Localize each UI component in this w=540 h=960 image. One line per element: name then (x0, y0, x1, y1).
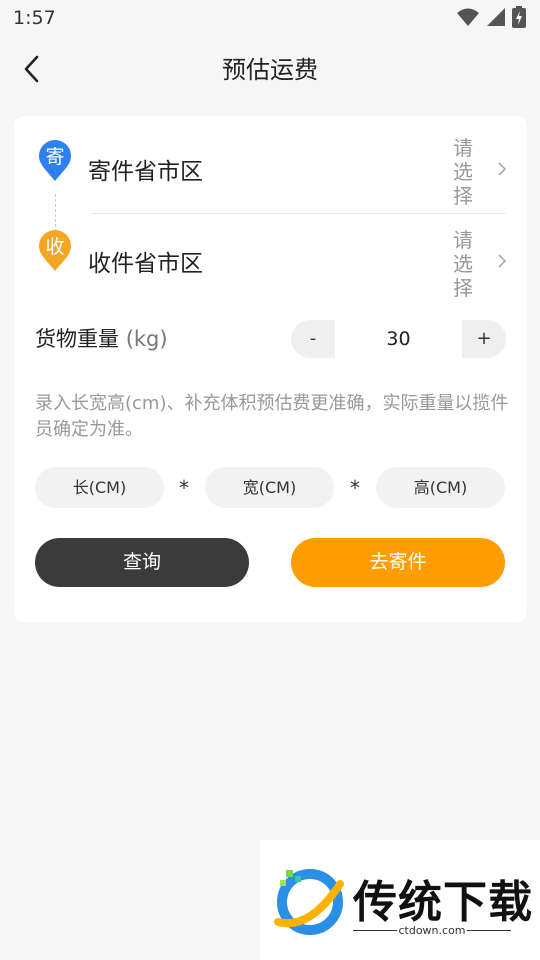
receiver-region-row[interactable]: 收 收件省市区 请选择 (14, 216, 527, 306)
increase-button[interactable]: + (462, 320, 506, 358)
weight-stepper: - + (291, 320, 506, 358)
go-send-button[interactable]: 去寄件 (291, 538, 505, 587)
estimate-card: 寄 寄件省市区 请选择 收 收件省市区 请选择 货物重量 (kg) - + 录入… (14, 116, 527, 622)
query-button[interactable]: 查询 (35, 538, 249, 587)
sender-pin-icon: 寄 (38, 140, 72, 181)
page-title: 预估运费 (222, 56, 318, 84)
decrease-button[interactable]: - (291, 320, 335, 358)
status-icons (456, 6, 526, 28)
width-input[interactable] (205, 467, 334, 508)
chevron-right-icon (498, 162, 507, 176)
status-bar: 1:57 (0, 0, 540, 36)
battery-icon (512, 6, 526, 28)
header: 预估运费 (0, 36, 540, 102)
wifi-icon (457, 8, 479, 26)
receiver-region-label: 收件省市区 (88, 251, 203, 277)
sender-region-label: 寄件省市区 (88, 159, 203, 185)
receiver-choose-text: 请选择 (453, 228, 473, 300)
watermark-brand: 传统下载 (353, 877, 533, 928)
receiver-pin-icon: 收 (38, 230, 72, 271)
multiply-sign: * (179, 476, 189, 500)
weight-input[interactable] (335, 320, 462, 358)
sender-choose-text: 请选择 (453, 136, 473, 208)
chevron-right-icon (498, 254, 507, 268)
sender-region-row[interactable]: 寄 寄件省市区 请选择 (14, 124, 527, 214)
watermark: 传统下载 ctdown.com (260, 840, 540, 960)
weight-unit: (kg) (125, 327, 168, 351)
dimension-hint: 录入长宽高(cm)、补充体积预估费更准确，实际重量以揽件员确定为准。 (35, 393, 509, 440)
divider (91, 213, 506, 214)
weight-label: 货物重量 (kg) (35, 323, 168, 353)
length-input[interactable] (35, 467, 164, 508)
watermark-rule (467, 930, 511, 931)
watermark-logo-icon (274, 869, 344, 935)
multiply-sign: * (350, 476, 360, 500)
status-time: 1:57 (13, 7, 56, 29)
height-input[interactable] (376, 467, 505, 508)
signal-icon (487, 8, 505, 26)
weight-label-text: 货物重量 (35, 327, 119, 351)
sender-pin-label: 寄 (45, 146, 65, 168)
receiver-pin-label: 收 (45, 236, 65, 258)
